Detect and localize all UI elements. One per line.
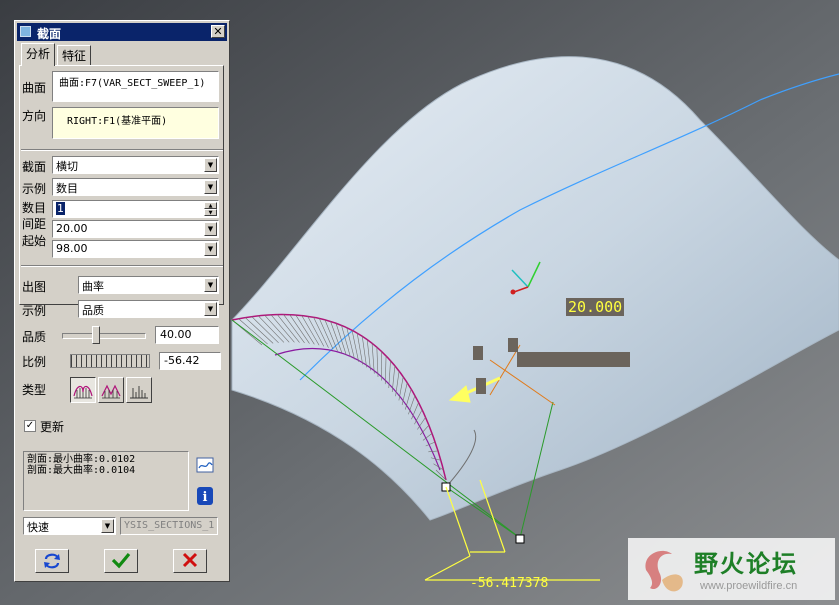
tab-feature[interactable]: 特征	[57, 45, 92, 65]
example-select-value: 数目	[56, 182, 78, 195]
info-icon[interactable]: i	[196, 486, 214, 506]
graph-icon[interactable]	[196, 456, 214, 476]
surface-field[interactable]: 曲面:F7(VAR_SECT_SWEEP_1)	[52, 71, 219, 102]
quality-input[interactable]: 40.00	[155, 326, 219, 344]
comb-peak-icon	[101, 384, 121, 399]
dialog-title: 截面	[37, 27, 62, 41]
quality-slider-track[interactable]	[62, 333, 146, 339]
mode-select[interactable]: 快速 ▼	[23, 517, 116, 535]
cross-icon	[182, 552, 198, 568]
recompute-button[interactable]	[35, 549, 69, 573]
quality-label: 品质	[22, 330, 47, 344]
spacing-label: 间距	[22, 217, 47, 231]
chevron-down-icon[interactable]: ▼	[101, 519, 114, 533]
chevron-down-icon[interactable]: ▼	[204, 302, 217, 316]
chevron-down-icon[interactable]: ▼	[204, 158, 217, 172]
section-select-value: 横切	[56, 160, 78, 173]
comb-arc-icon	[73, 385, 93, 399]
analysis-name-field[interactable]: YSIS_SECTIONS_1	[120, 517, 218, 535]
spin-down-icon[interactable]: ▼	[204, 209, 217, 216]
refresh-icon	[44, 553, 60, 569]
watermark-url: www.proewildfire.cn	[700, 580, 798, 592]
type-comb-button[interactable]	[98, 377, 124, 403]
close-icon[interactable]: ✕	[211, 25, 225, 38]
count-label: 数目	[22, 201, 47, 215]
cancel-button[interactable]	[173, 549, 207, 573]
start-label: 起始	[22, 234, 47, 248]
spin-up-icon[interactable]: ▲	[204, 202, 217, 209]
tab-analysis[interactable]: 分析	[21, 43, 56, 66]
scale-input[interactable]: -56.42	[159, 352, 221, 370]
ok-button[interactable]	[104, 549, 138, 573]
plot-label: 出图	[22, 280, 47, 294]
section-analysis-dialog: 截面 ✕ 分析 特征 曲面 曲面:F7(VAR_SECT_SWEEP_1) 方向…	[14, 20, 230, 582]
example2-label: 示例	[22, 304, 47, 318]
chevron-down-icon[interactable]: ▼	[204, 222, 217, 236]
start-value: 98.00	[56, 242, 88, 255]
label-box-small-3	[476, 378, 486, 394]
dialog-titlebar[interactable]: 截面 ✕	[17, 23, 227, 41]
dimension-label[interactable]: 20.000	[566, 298, 625, 316]
section-label: 截面	[22, 160, 47, 174]
example2-select[interactable]: 品质 ▼	[78, 300, 219, 318]
result-box: 剖面:最小曲率:0.0102 剖面:最大曲率:0.0104	[23, 451, 189, 511]
type-comb-both-button[interactable]	[70, 377, 96, 403]
scale-label: 比例	[22, 355, 47, 369]
surface-label: 曲面	[22, 81, 47, 95]
count-value: 1	[56, 202, 65, 215]
divider	[21, 265, 223, 267]
update-checkbox[interactable]: ✓	[24, 420, 36, 432]
result-line-min: 剖面:最小曲率:0.0102	[27, 454, 136, 465]
plot-value: 曲率	[82, 280, 104, 293]
watermark-title: 野火论坛	[694, 550, 798, 578]
direction-field[interactable]: RIGHT:F1(基准平面)	[52, 107, 219, 139]
divider	[21, 149, 223, 151]
label-box-small-1	[473, 346, 483, 360]
mode-value: 快速	[27, 521, 49, 534]
direction-label: 方向	[22, 109, 47, 123]
spacing-value: 20.00	[56, 222, 88, 235]
example-label: 示例	[22, 182, 47, 196]
chevron-down-icon[interactable]: ▼	[204, 180, 217, 194]
start-select[interactable]: 98.00 ▼	[52, 240, 219, 258]
window-icon	[20, 26, 31, 37]
quality-slider-thumb[interactable]	[91, 326, 100, 344]
example2-value: 品质	[82, 304, 104, 317]
scale-wheel[interactable]	[70, 354, 150, 368]
flame-logo-icon	[645, 550, 683, 592]
chevron-down-icon[interactable]: ▼	[204, 242, 217, 256]
spacing-select[interactable]: 20.00 ▼	[52, 220, 219, 238]
example-select[interactable]: 数目 ▼	[52, 178, 219, 196]
label-box-small-2	[508, 338, 518, 352]
svg-text:i: i	[203, 490, 208, 505]
scale-dimension-label[interactable]: -56.417378	[470, 576, 548, 591]
chevron-down-icon[interactable]: ▼	[204, 278, 217, 292]
drag-handle-2	[515, 534, 525, 544]
count-spinner[interactable]: 1 ▲ ▼	[52, 200, 219, 218]
update-label: 更新	[40, 420, 65, 434]
result-line-max: 剖面:最大曲率:0.0104	[27, 465, 136, 476]
check-icon	[111, 552, 131, 569]
section-select[interactable]: 横切 ▼	[52, 156, 219, 174]
plot-select[interactable]: 曲率 ▼	[78, 276, 219, 294]
type-label: 类型	[22, 383, 47, 397]
bar-graph-icon	[130, 386, 148, 399]
label-box-wide	[517, 352, 630, 367]
forum-watermark: 野火论坛 www.proewildfire.cn	[628, 538, 835, 600]
type-bar-button[interactable]	[126, 377, 152, 403]
